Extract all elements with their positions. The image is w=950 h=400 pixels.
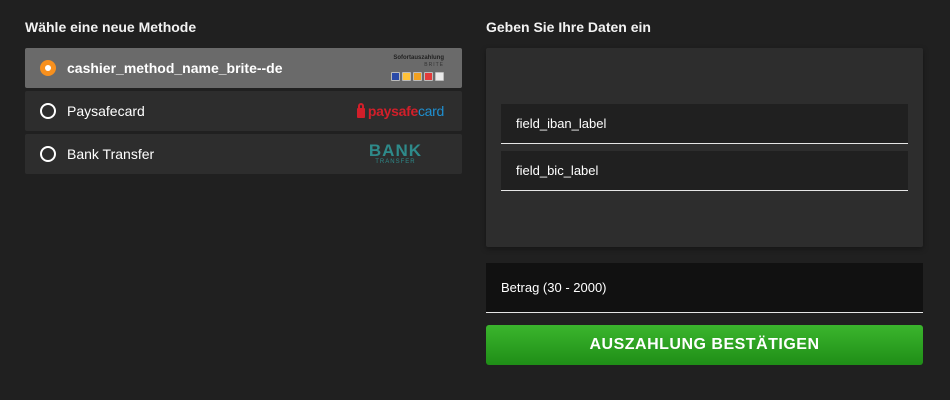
bic-field[interactable]: field_bic_label	[501, 151, 908, 191]
method-column: Wähle eine neue Methode cashier_method_n…	[25, 0, 462, 177]
paysafecard-logo-text: paysafe	[367, 103, 418, 119]
withdrawal-page: Wähle eine neue Methode cashier_method_n…	[0, 0, 950, 400]
radio-unselected-icon[interactable]	[40, 146, 56, 162]
method-list: cashier_method_name_brite--de Sofortausz…	[25, 48, 462, 174]
bank-icon	[413, 72, 422, 81]
radio-unselected-icon[interactable]	[40, 103, 56, 119]
method-option-bank-transfer[interactable]: Bank Transfer BANK TRANSFER	[25, 134, 462, 174]
paysafecard-logo: paysafecard	[356, 91, 444, 131]
method-label: cashier_method_name_brite--de	[67, 60, 283, 76]
paysafecard-logo-text-card: card	[417, 103, 444, 119]
iban-field-label: field_iban_label	[516, 116, 607, 131]
bank-transfer-logo: BANK TRANSFER	[369, 134, 444, 174]
brite-logo-brand: BRITE	[424, 62, 444, 68]
method-section-title: Wähle eine neue Methode	[25, 19, 197, 35]
bank-icons	[391, 72, 444, 81]
method-label: Paysafecard	[67, 103, 145, 119]
amount-field[interactable]: Betrag (30 - 2000)	[486, 263, 923, 313]
bank-icon	[435, 72, 444, 81]
bank-details-form: field_iban_label field_bic_label	[486, 48, 923, 247]
bank-icon	[402, 72, 411, 81]
method-label: Bank Transfer	[67, 146, 155, 162]
bank-icon	[424, 72, 433, 81]
bank-logo-text: BANK	[368, 140, 422, 160]
amount-field-label: Betrag (30 - 2000)	[501, 280, 607, 295]
method-option-paysafecard[interactable]: Paysafecard paysafecard	[25, 91, 462, 131]
brite-logo-caption: Sofortauszahlung	[393, 55, 444, 61]
radio-selected-icon[interactable]	[40, 60, 56, 76]
details-column: Geben Sie Ihre Daten ein field_iban_labe…	[486, 0, 923, 365]
lock-icon	[356, 102, 365, 118]
transfer-logo-text: TRANSFER	[375, 158, 416, 165]
bic-field-label: field_bic_label	[516, 163, 599, 178]
brite-logo: Sofortauszahlung BRITE	[391, 48, 444, 88]
method-option-brite[interactable]: cashier_method_name_brite--de Sofortausz…	[25, 48, 462, 88]
confirm-withdrawal-button[interactable]: AUSZAHLUNG BESTÄTIGEN	[486, 325, 923, 365]
bank-icon	[391, 72, 400, 81]
details-section-title: Geben Sie Ihre Daten ein	[486, 19, 651, 35]
iban-field[interactable]: field_iban_label	[501, 104, 908, 144]
